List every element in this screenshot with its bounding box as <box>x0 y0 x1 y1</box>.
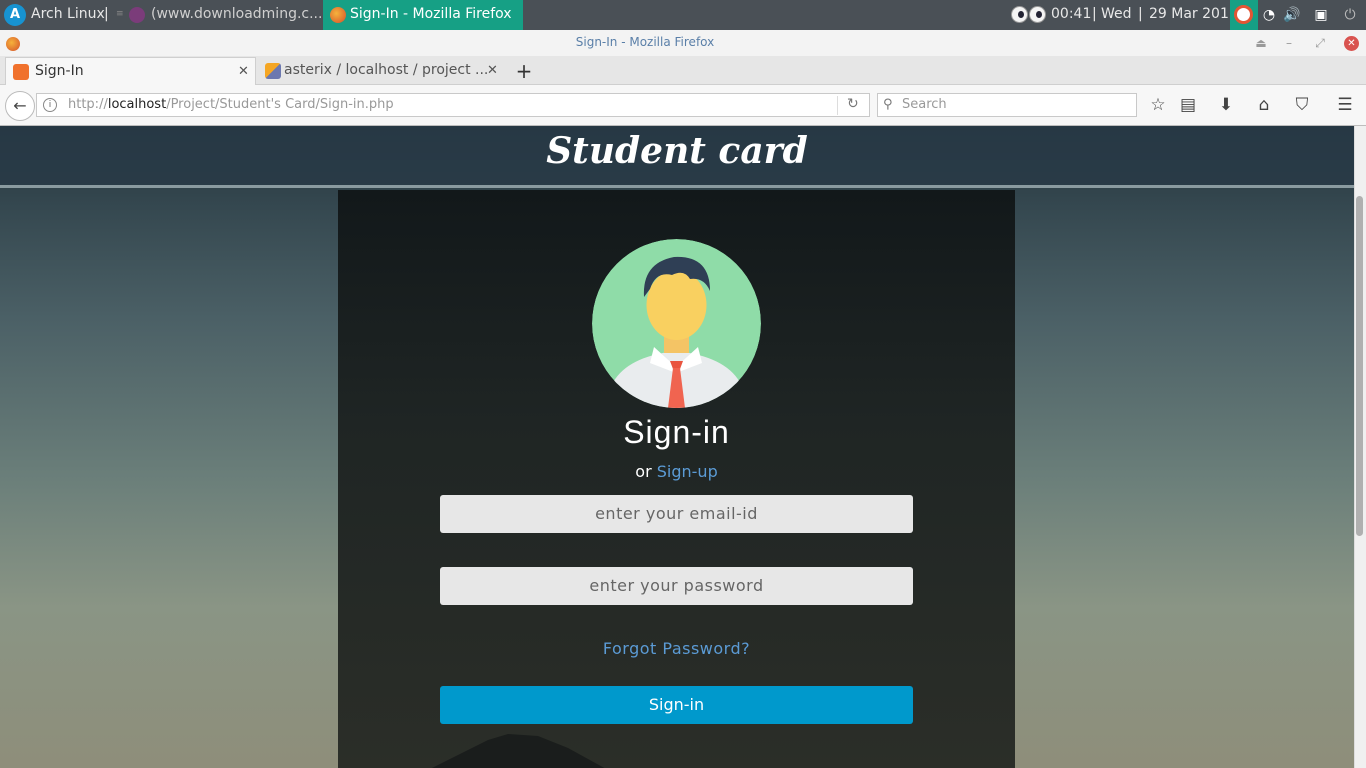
window-close-icon[interactable]: ✕ <box>1344 36 1359 51</box>
wifi-icon[interactable]: ◔ <box>1260 6 1278 24</box>
reload-icon[interactable]: ↻ <box>847 96 859 112</box>
system-panel: A Arch Linux | ≡ (www.downloadming.c... … <box>0 0 1366 30</box>
ubuntu-icon <box>1234 5 1253 24</box>
back-icon[interactable]: ← <box>5 91 35 121</box>
avatar <box>592 239 761 408</box>
maximize-icon[interactable]: ⤢ <box>1313 36 1327 51</box>
forgot-password-link[interactable]: Forgot Password? <box>338 639 1015 658</box>
media-player-icon <box>129 7 145 23</box>
distro-label: Arch Linux <box>31 6 105 22</box>
info-icon[interactable]: i <box>43 98 57 112</box>
eye-right-icon <box>1029 6 1046 23</box>
search-placeholder: Search <box>902 97 947 112</box>
search-bar[interactable]: ⚲ Search <box>877 93 1137 117</box>
volume-icon[interactable]: 🔊 <box>1283 6 1301 24</box>
url-bar[interactable]: i http://localhost/Project/Student's Car… <box>36 93 870 117</box>
url-path: /Project/Student's Card/Sign-in.php <box>166 97 394 112</box>
url-text: http://localhost/Project/Student's Card/… <box>68 97 394 112</box>
page-header: Student card <box>0 126 1354 188</box>
signup-link[interactable]: Sign-up <box>657 462 718 481</box>
eye-left-icon <box>1011 6 1028 23</box>
clock: 00:41 <box>1051 6 1092 22</box>
panel-separator: | <box>104 6 109 22</box>
bookmark-star-icon[interactable]: ☆ <box>1147 94 1169 116</box>
arch-icon[interactable]: A <box>4 4 26 26</box>
xampp-icon <box>13 64 29 80</box>
eject-icon[interactable]: ⏏ <box>1254 36 1268 50</box>
clock-separator-2: | <box>1138 6 1143 22</box>
student-avatar-icon <box>592 239 761 408</box>
window-title: Sign-In - Mozilla Firefox <box>575 35 715 49</box>
search-icon: ⚲ <box>883 97 893 112</box>
power-icon[interactable]: ⏻ <box>1341 6 1359 24</box>
url-prefix: http:// <box>68 97 108 112</box>
url-host: localhost <box>107 97 167 112</box>
handle-icon: ≡ <box>116 9 124 19</box>
signup-line: or Sign-up <box>338 462 1015 481</box>
tab-label: Sign-In <box>35 63 84 79</box>
clock-date: 29 Mar 2017 <box>1149 6 1238 22</box>
signin-card: Sign-in or Sign-up enter your email-id e… <box>338 190 1015 768</box>
url-divider <box>837 96 838 115</box>
signin-button[interactable]: Sign-in <box>440 686 913 724</box>
scrollbar-thumb[interactable] <box>1356 196 1363 536</box>
plus-icon[interactable]: + <box>512 59 536 83</box>
taskbar-item-downloadming[interactable]: (www.downloadming.c... <box>151 6 322 22</box>
clock-day: Wed <box>1101 6 1132 22</box>
tab-phpmyadmin[interactable]: asterix / localhost / project ... ✕ <box>258 57 506 85</box>
taskbar-item-firefox-label: Sign-In - Mozilla Firefox <box>350 6 512 22</box>
page-content: Student card Sign-in or Sign-up enter yo… <box>0 126 1354 768</box>
email-field[interactable]: enter your email-id <box>440 495 913 533</box>
tab-label: asterix / localhost / project ... <box>284 62 489 78</box>
signin-heading: Sign-in <box>623 414 730 450</box>
home-icon[interactable]: ⌂ <box>1253 94 1275 116</box>
minimize-icon[interactable]: – <box>1282 36 1296 50</box>
menu-icon[interactable]: ☰ <box>1334 94 1356 116</box>
tab-sign-in[interactable]: Sign-In ✕ <box>5 57 256 85</box>
download-icon[interactable]: ⬇ <box>1215 94 1237 116</box>
or-text: or <box>635 462 652 481</box>
pocket-icon[interactable]: ⛉ <box>1291 94 1313 116</box>
firefox-icon <box>330 7 346 23</box>
reading-list-icon[interactable]: ▤ <box>1177 94 1199 116</box>
phpmyadmin-icon <box>265 63 281 79</box>
mountain-silhouette <box>432 734 605 768</box>
close-icon[interactable]: ✕ <box>238 64 249 79</box>
clock-separator-1: | <box>1092 6 1097 22</box>
close-icon[interactable]: ✕ <box>487 63 498 78</box>
clipboard-icon[interactable]: ▣ <box>1312 6 1330 24</box>
password-field[interactable]: enter your password <box>440 567 913 605</box>
page-title: Student card <box>546 130 808 172</box>
